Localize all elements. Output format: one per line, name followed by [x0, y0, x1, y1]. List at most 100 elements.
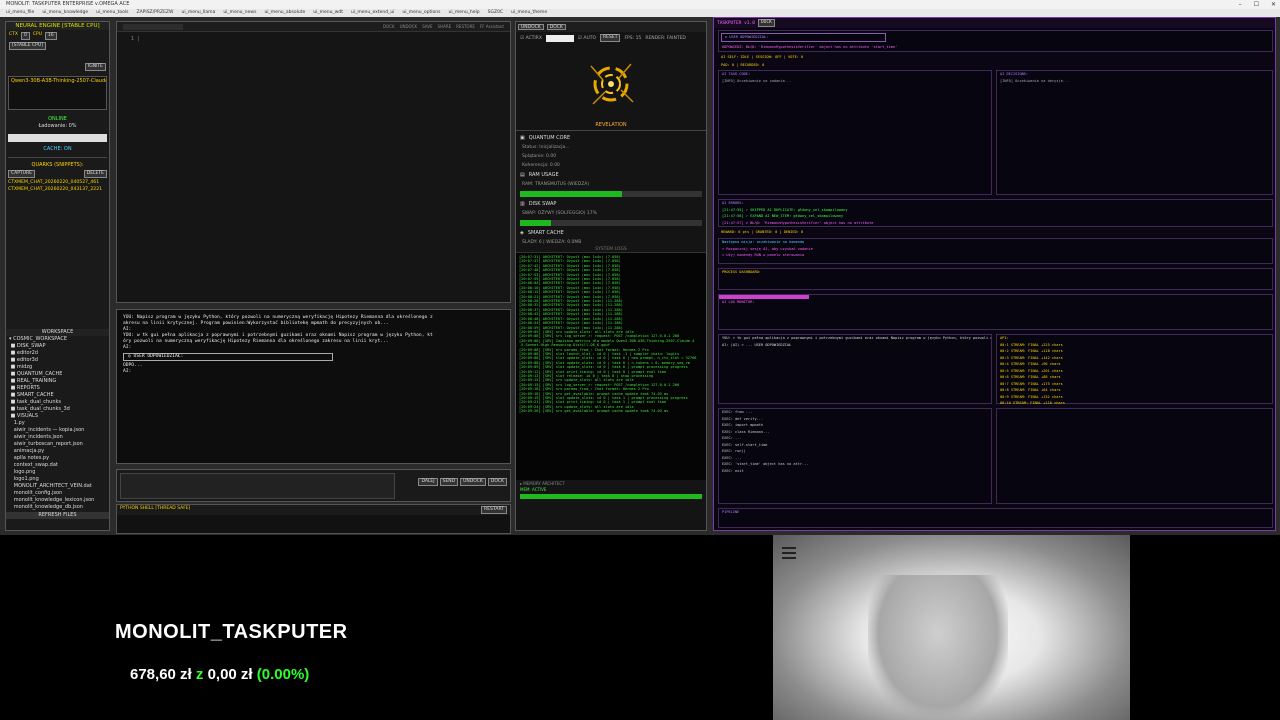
tree-file[interactable]: 1.py [9, 420, 109, 427]
tree-root[interactable]: ▾ COSMIC_WORKSPACE [9, 336, 109, 343]
process-title: PROCESS DASHBOARD: [722, 270, 761, 274]
memory-architect-title: ▸ MEMORY ARCHITECT [520, 481, 565, 486]
log-line: [20:09:09] [SRV] slot update_slots: id 0… [519, 365, 688, 370]
price-base: 0,00 zł [207, 666, 253, 683]
tree-file[interactable]: aiwir_incidents — kopia.json [9, 427, 109, 434]
loading-text: Ładowanie: 0% [38, 123, 77, 129]
tree-folder[interactable]: ■ DISK_SWAP [9, 343, 109, 350]
menu-item[interactable]: ui_menu_help [448, 9, 479, 17]
save-button[interactable]: SAVE [422, 24, 432, 29]
dock-button[interactable]: DOCK [487, 478, 507, 486]
tree-file[interactable]: monolit_knowledge_lexicon.json [9, 497, 109, 504]
tree-folder[interactable]: ■ SMART_CACHE [9, 392, 109, 399]
tree-folder[interactable]: ■ REAL_TRAINING [9, 378, 109, 385]
ctx-input[interactable]: 0 [20, 32, 30, 40]
capture-button[interactable]: CAPTURE [8, 170, 35, 178]
monitor-tabs: UNDOCK DOCK [516, 22, 706, 32]
auto-check[interactable]: ☑ AUTO [578, 36, 596, 41]
menu-item[interactable]: ui_menu_llama [181, 9, 215, 17]
dock-button[interactable]: DOCK [383, 24, 395, 29]
dock-button[interactable]: DOCK [757, 19, 775, 27]
process-panel: PROCESS DASHBOARD: [718, 268, 1273, 290]
actirx-check[interactable]: ☑ ACTIRX [520, 36, 542, 41]
menu-item[interactable]: ui_menu_news [223, 9, 256, 17]
mode-input[interactable] [545, 34, 574, 42]
menu-item[interactable]: ui_menu_knowledge [42, 9, 88, 17]
ram-bar [520, 191, 702, 197]
webcam-feed [773, 535, 1130, 720]
tree-file[interactable]: aiwir_incidents.json [9, 434, 109, 441]
menu-item[interactable]: ui_menu_absolute [264, 9, 305, 17]
tree-file[interactable]: aplla notes.py [9, 455, 109, 462]
close-icon[interactable]: ✕ [1271, 0, 1276, 9]
menu-item[interactable]: ZAPISZ/PRZEZW [137, 9, 174, 17]
menu-item[interactable]: ui_menu_wdt [313, 9, 343, 17]
cache-icon: ◈ [520, 230, 524, 236]
editor-cursor[interactable]: 1 | [117, 32, 510, 46]
undock-button[interactable]: UNDOCK [400, 24, 418, 29]
reward-status: REWARD: 0 pts | GRANTED: 0 | DENIED: 0 [721, 230, 804, 234]
restore-button[interactable]: RESTORE [456, 24, 475, 29]
tree-file[interactable]: animacja.py [9, 448, 109, 455]
taskputer-panel: TASKPUTER v1.0 DOCK ◎ USER ODPOWIEDZIAŁ:… [713, 17, 1276, 531]
ignite-button[interactable]: IGNITE [84, 63, 106, 71]
stable-tag[interactable]: [STABLE CPU] [9, 42, 46, 50]
tree-file[interactable]: logo.png [9, 469, 109, 476]
tree-file[interactable]: logo1.png [9, 476, 109, 483]
quantum-status: Status: Inicjalizacja... [522, 145, 570, 150]
refresh-files-button[interactable]: REFRESH FILES [6, 512, 109, 519]
menu-item[interactable]: ui_menu_theme [511, 9, 547, 17]
tree-file[interactable]: monolit_knowledge_db.json [9, 504, 109, 511]
tree-folder[interactable]: ■ VISUALS [9, 413, 109, 420]
shell-header: PYTHON SHELL [THREAD SAFE] RESTART [117, 505, 510, 515]
disk-icon: ▥ [520, 201, 525, 207]
tree-folder[interactable]: ■ task_dual_chunks [9, 399, 109, 406]
menu-item[interactable]: ui_menu_options [402, 9, 440, 17]
send-button[interactable]: SEND [439, 478, 459, 486]
tree-file[interactable]: monolit_config.json [9, 490, 109, 497]
taskputer-header: TASKPUTER v1.0 DOCK [714, 18, 1275, 28]
undock-button[interactable]: UNDOCK [518, 24, 544, 30]
menu-item[interactable]: ui_menu_extend_ui [351, 9, 394, 17]
snippet-item[interactable]: CTXMEM_CHAT_20260220_043137_2221 [6, 186, 109, 193]
tree-folder[interactable]: ■ editor2d [9, 350, 109, 357]
undock-button[interactable]: UNDOCK [460, 478, 486, 486]
menu-item[interactable]: SGZ0C [488, 9, 503, 17]
tree-folder[interactable]: ■ editor3d [9, 357, 109, 364]
restart-button[interactable]: RESTART [481, 506, 507, 514]
share-button[interactable]: SHARE [438, 24, 452, 29]
cpu-input[interactable]: 16 [45, 32, 57, 40]
delete-button[interactable]: DELETE [83, 170, 107, 178]
snippet-item[interactable]: CTXMEM_CHAT_20260220_040527_461 [6, 179, 109, 186]
tree-folder[interactable]: ■ midzg [9, 364, 109, 371]
minimize-icon[interactable]: – [1239, 0, 1242, 9]
mission-panel: Następna misja: oczekiwanie na komendę >… [718, 238, 1273, 264]
tree-file[interactable]: aiwir_turboscan_report.json [9, 441, 109, 448]
menu-item[interactable]: ui_menu_tools [96, 9, 128, 17]
left-panel: NEURAL ENGINE [STABLE CPU] CTX 0 CPU 16 … [5, 21, 110, 531]
dock-button[interactable]: DOCK [546, 24, 566, 30]
assistant-button[interactable]: FF Assistant [480, 24, 504, 29]
tree-folder[interactable]: ■ REPORTS [9, 385, 109, 392]
user-answer-box: ◎ USER ODPOWIEDZIAŁ: [123, 353, 333, 361]
hamburger-menu-icon[interactable] [782, 547, 796, 559]
brand-title: MONOLIT_TASKPUTER [115, 621, 348, 643]
editor-tab[interactable] [123, 23, 183, 30]
task-code-panel: AI TASK CODE: [INFO] Oczekiwanie na zada… [718, 70, 992, 195]
maximize-icon[interactable]: ☐ [1254, 0, 1259, 9]
message-input[interactable] [120, 473, 395, 499]
revelation-visual: REVELATION [516, 44, 706, 128]
stable-row: [STABLE CPU] [6, 42, 109, 50]
menu-item[interactable]: ui_menu_file [6, 9, 34, 17]
next-button[interactable]: DALEJ [418, 478, 438, 486]
reset-button[interactable]: RESET [600, 34, 621, 42]
stream-overlay: MONOLIT_TASKPUTER 678,60 zł z 0,00 zł (0… [0, 535, 1280, 720]
model-select[interactable]: Qwen3-30B-A3B-Thinking-2507-Claude- [8, 76, 107, 110]
log-monitor-title: AI LOG MONITOR: [722, 300, 755, 304]
editor-tabs: DOCK UNDOCK SAVE SHARE RESTORE FF Assist… [117, 22, 510, 32]
tree-folder[interactable]: ■ task_dual_chunks_3d [9, 406, 109, 413]
tree-folder[interactable]: ■ QUANTUM_CACHE [9, 371, 109, 378]
cpu-label: CPU [32, 32, 43, 37]
tree-file[interactable]: context_swap.dat [9, 462, 109, 469]
tree-file[interactable]: MONOLIT_ARCHITECT_VEIN.dat [9, 483, 109, 490]
